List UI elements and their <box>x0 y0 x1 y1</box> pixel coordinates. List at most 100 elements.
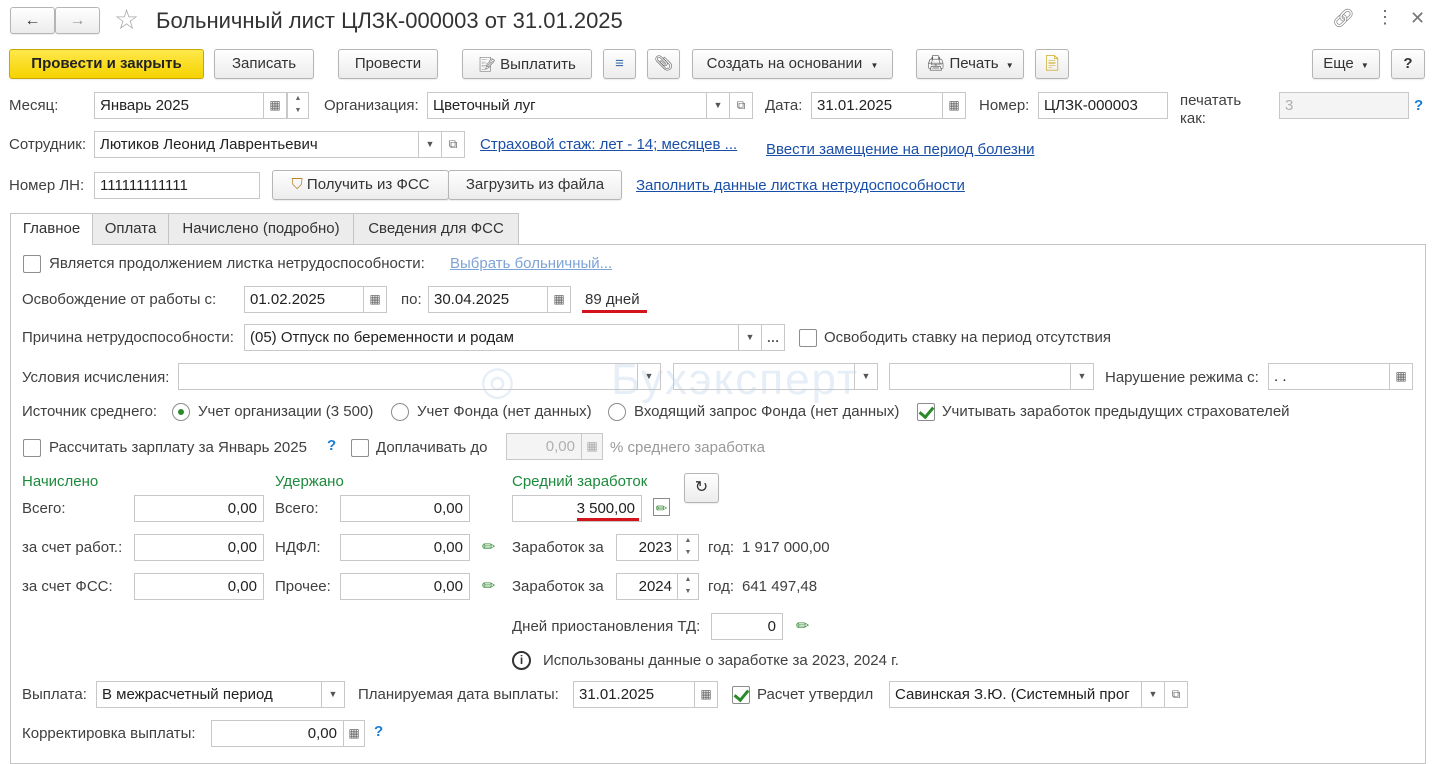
approved-checkbox[interactable] <box>732 686 750 704</box>
calc-salary-checkbox[interactable] <box>23 439 41 457</box>
earnings-year2-amount: 641 497,48 <box>742 578 818 595</box>
withheld-total-input: 0,00 <box>340 495 470 522</box>
violation-input[interactable]: . . <box>1268 363 1390 390</box>
topup-checkbox[interactable] <box>351 439 369 457</box>
reason-dropdown[interactable]: ▼ <box>738 324 762 351</box>
accrued-title: Начислено <box>22 473 99 490</box>
avg-percent-label: % среднего заработка <box>610 439 766 456</box>
withheld-other-label: Прочее: <box>275 578 331 595</box>
conditions-input-1[interactable] <box>178 363 638 390</box>
conditions-dropdown-3[interactable]: ▼ <box>1070 363 1094 390</box>
other-edit-pencil-icon[interactable]: ✏ <box>482 576 495 596</box>
conditions-input-2[interactable] <box>673 363 855 390</box>
correction-input[interactable]: 0,00 <box>211 720 344 747</box>
average-edit-pencil-icon[interactable]: ✏ <box>653 498 670 516</box>
chevron-down-icon: ▼ <box>644 371 654 381</box>
earnings-year1-stepper[interactable]: ▲ ▼ <box>677 534 699 561</box>
release-to-calendar-button[interactable]: ▦ <box>547 286 571 313</box>
suspension-edit-pencil-icon[interactable]: ✏ <box>796 616 809 636</box>
reason-input[interactable]: (05) Отпуск по беременности и родам <box>244 324 739 351</box>
withheld-total-label: Всего: <box>275 500 319 517</box>
calendar-icon: ▦ <box>1395 369 1407 383</box>
calendar-icon: ▦ <box>553 292 565 306</box>
source-fund-radio[interactable] <box>391 403 409 421</box>
release-from-input[interactable]: 01.02.2025 <box>244 286 364 313</box>
earnings-year2-year-label: год: <box>708 578 735 595</box>
conditions-dropdown-1[interactable]: ▼ <box>637 363 661 390</box>
chevron-down-icon: ▼ <box>745 332 755 342</box>
average-underline <box>577 518 639 521</box>
calc-salary-help[interactable]: ? <box>327 436 336 456</box>
planned-date-input[interactable]: 31.01.2025 <box>573 681 695 708</box>
approved-dropdown[interactable]: ▼ <box>1141 681 1165 708</box>
earnings-year2-label: Заработок за <box>512 578 604 595</box>
earnings-year2-stepper[interactable]: ▲ ▼ <box>677 573 699 600</box>
reason-select-button[interactable]: … <box>761 324 785 351</box>
days-underline <box>582 310 647 313</box>
withheld-other-input: 0,00 <box>340 573 470 600</box>
ndfl-edit-pencil-icon[interactable]: ✏ <box>482 537 495 557</box>
calendar-icon: ▦ <box>700 687 712 701</box>
source-request-label: Входящий запрос Фонда (нет данных) <box>634 403 900 420</box>
suspension-days-input: 0 <box>711 613 783 640</box>
choose-sick-leave-link[interactable]: Выбрать больничный... <box>450 254 612 274</box>
continuation-label: Является продолжением листка нетрудоспос… <box>49 255 425 272</box>
release-label: Освобождение от работы с: <box>22 291 217 308</box>
prev-insurers-checkbox[interactable] <box>917 403 935 421</box>
accrued-employer-label: за счет работ.: <box>22 539 123 556</box>
earnings-year1-label: Заработок за <box>512 539 604 556</box>
earnings-year2-input[interactable]: 2024 <box>616 573 678 600</box>
release-to-label: по: <box>401 291 422 308</box>
chevron-down-icon: ▼ <box>1148 689 1158 699</box>
suspension-days-label: Дней приостановления ТД: <box>512 618 701 635</box>
topup-calculator-button[interactable]: ▦ <box>581 433 603 460</box>
correction-calculator-button[interactable]: ▦ <box>343 720 365 747</box>
free-rate-checkbox[interactable] <box>799 329 817 347</box>
accrued-fss-input: 0,00 <box>134 573 264 600</box>
earnings-year1-amount: 1 917 000,00 <box>742 539 830 556</box>
planned-date-calendar-button[interactable]: ▦ <box>694 681 718 708</box>
refresh-average-button[interactable]: ↻ <box>684 473 719 503</box>
ellipsis-icon: … <box>766 330 780 345</box>
payment-dropdown[interactable]: ▼ <box>321 681 345 708</box>
calculator-icon: ▦ <box>348 726 360 740</box>
conditions-input-3[interactable] <box>889 363 1071 390</box>
open-window-icon: ⧉ <box>1171 687 1181 701</box>
accrued-total-input: 0,00 <box>134 495 264 522</box>
topup-input[interactable]: 0,00 <box>506 433 582 460</box>
calendar-icon: ▦ <box>369 292 381 306</box>
approved-input[interactable]: Савинская З.Ю. (Системный прог <box>889 681 1142 708</box>
withheld-ndfl-label: НДФЛ: <box>275 539 321 556</box>
chevron-down-icon: ▼ <box>861 371 871 381</box>
earnings-year1-year-label: год: <box>708 539 735 556</box>
earnings-info-text: Использованы данные о заработке за 2023,… <box>543 652 899 669</box>
topup-label: Доплачивать до <box>376 439 488 456</box>
payment-input[interactable]: В межрасчетный период <box>96 681 322 708</box>
withheld-ndfl-input: 0,00 <box>340 534 470 561</box>
continuation-checkbox[interactable] <box>23 255 41 273</box>
correction-label: Корректировка выплаты: <box>22 725 196 742</box>
conditions-dropdown-2[interactable]: ▼ <box>854 363 878 390</box>
payment-label: Выплата: <box>22 686 87 703</box>
source-request-radio[interactable] <box>608 403 626 421</box>
correction-help[interactable]: ? <box>374 722 383 742</box>
accrued-total-label: Всего: <box>22 500 66 517</box>
source-fund-label: Учет Фонда (нет данных) <box>417 403 592 420</box>
release-to-input[interactable]: 30.04.2025 <box>428 286 548 313</box>
release-from-calendar-button[interactable]: ▦ <box>363 286 387 313</box>
prev-insurers-label: Учитывать заработок предыдущих страховат… <box>942 403 1290 420</box>
reason-label: Причина нетрудоспособности: <box>22 329 234 346</box>
violation-label: Нарушение режима с: <box>1105 369 1259 386</box>
violation-calendar-button[interactable]: ▦ <box>1389 363 1413 390</box>
planned-date-label: Планируемая дата выплаты: <box>358 686 559 703</box>
source-org-radio[interactable] <box>172 403 190 421</box>
avg-source-label: Источник среднего: <box>22 403 158 420</box>
days-count: 89 дней <box>585 291 640 308</box>
chevron-down-icon: ▼ <box>328 689 338 699</box>
conditions-label: Условия исчисления: <box>22 369 170 386</box>
earnings-year1-input[interactable]: 2023 <box>616 534 678 561</box>
tab-content: ◎ Бухэксперт Является продолжением листк… <box>0 0 1434 753</box>
calculator-icon: ▦ <box>586 439 598 453</box>
approved-open-button[interactable]: ⧉ <box>1164 681 1188 708</box>
free-rate-label: Освободить ставку на период отсутствия <box>824 329 1111 346</box>
